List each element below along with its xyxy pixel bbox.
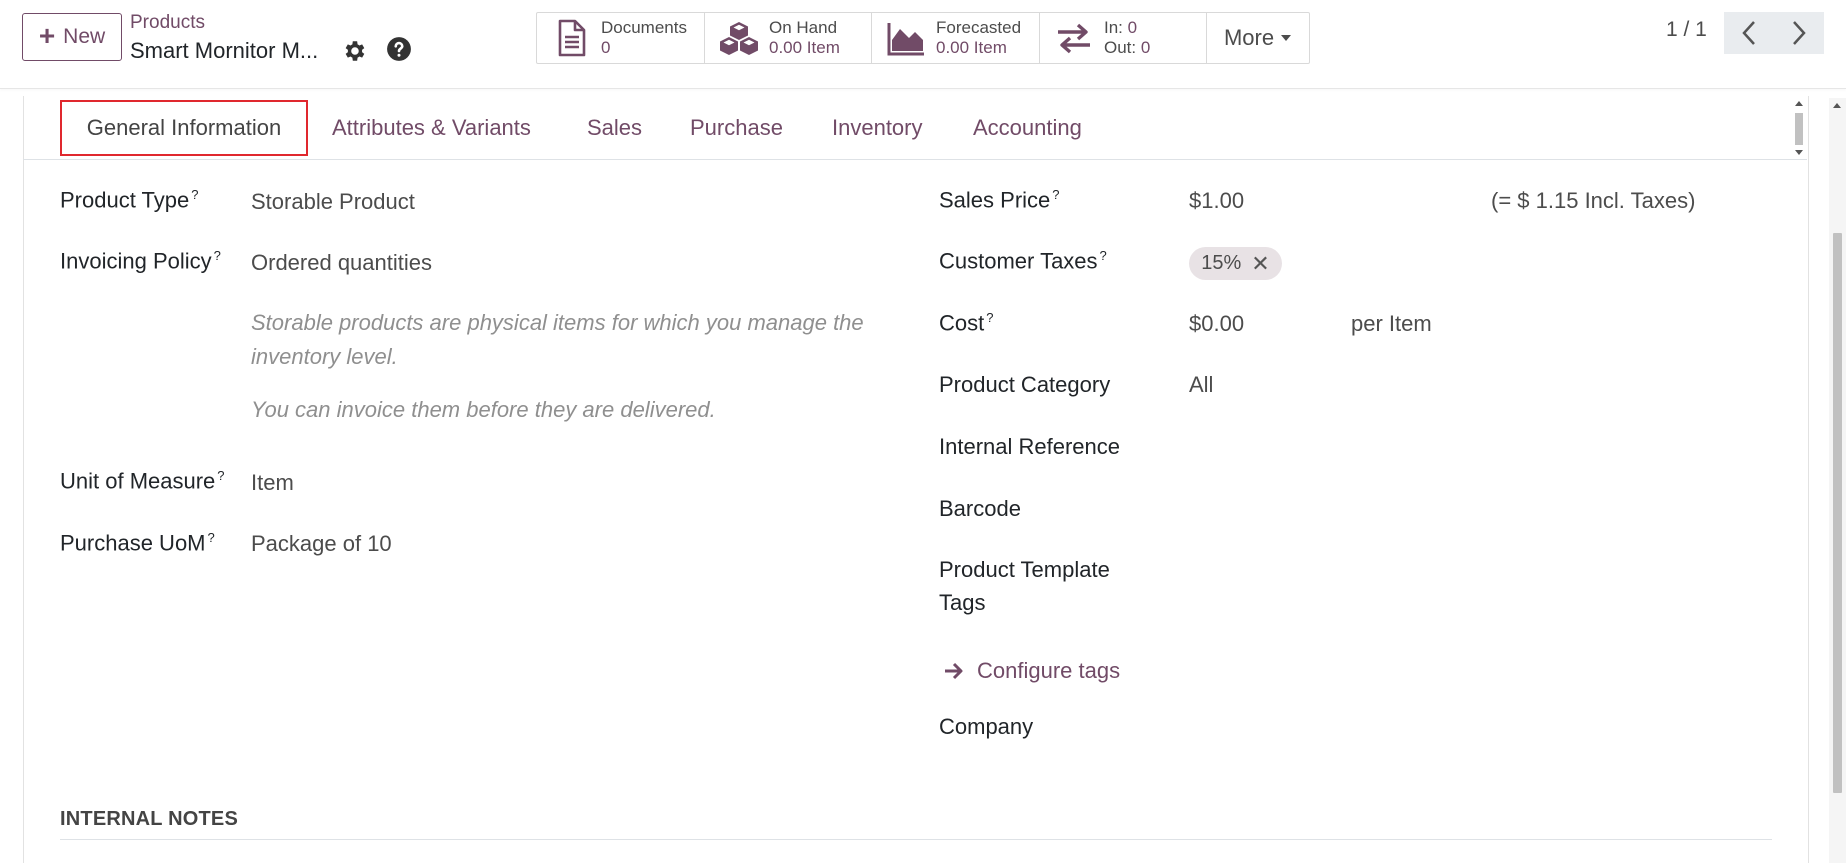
unit-of-measure-label: Unit of Measure? [60, 468, 225, 494]
product-type-label: Product Type? [60, 187, 199, 213]
out-label: Out: [1104, 38, 1137, 57]
breadcrumb-parent[interactable]: Products [130, 12, 205, 34]
tooltip-marker[interactable]: ? [1100, 248, 1107, 263]
product-type-field[interactable]: Storable Product [251, 189, 415, 215]
tooltip-marker[interactable]: ? [217, 468, 224, 483]
on-hand-label: On Hand [769, 18, 838, 37]
tabs-divider [23, 159, 1807, 160]
in-out-smart-button[interactable]: In: 0 Out: 0 [1040, 13, 1207, 63]
more-label: More [1223, 25, 1275, 50]
invoicing-policy-field[interactable]: Ordered quantities [251, 250, 432, 276]
tab-general-information[interactable]: General Information [60, 100, 308, 156]
tab-purchase[interactable]: Purchase [690, 100, 783, 156]
forecasted-smart-button[interactable]: Forecasted 0.00 Item [872, 13, 1040, 63]
customer-taxes-label: Customer Taxes? [939, 248, 1107, 274]
invoicing-policy-label: Invoicing Policy? [60, 248, 221, 274]
page-scrollbar[interactable] [1829, 98, 1846, 863]
tax-tag-label: 15% [1201, 252, 1242, 274]
internal-notes-title: INTERNAL NOTES [60, 808, 238, 830]
gear-icon[interactable] [341, 38, 367, 64]
internal-reference-label: Internal Reference [939, 434, 1120, 459]
smart-buttons: Documents 0 On Hand 0.00 Item Forecasted… [536, 12, 1310, 64]
forecasted-label: Forecasted [936, 18, 1022, 37]
tooltip-marker[interactable]: ? [214, 248, 221, 263]
help-icon[interactable] [386, 36, 412, 62]
tooltip-marker[interactable]: ? [1052, 187, 1059, 202]
unit-of-measure-field[interactable]: Item [251, 470, 294, 496]
new-button-label: New [63, 25, 106, 48]
cost-unit: per Item [1351, 311, 1432, 336]
pager-value[interactable]: 1 / 1 [1666, 18, 1707, 42]
purchase-uom-label: Purchase UoM? [60, 530, 215, 556]
inner-scrollbar[interactable] [1792, 99, 1806, 157]
area-chart-icon [887, 23, 924, 56]
purchase-uom-field[interactable]: Package of 10 [251, 531, 392, 557]
invoicing-help-text: You can invoice them before they are del… [251, 397, 716, 422]
tab-attributes-variants[interactable]: Attributes & Variants [332, 100, 531, 156]
documents-label: Documents [601, 18, 687, 37]
control-panel: + New Products Smart Mornitor M... Docum… [0, 0, 1846, 89]
pager-previous-button[interactable] [1724, 12, 1774, 54]
tab-accounting[interactable]: Accounting [973, 100, 1082, 156]
configure-tags-label: Configure tags [977, 658, 1121, 683]
tab-inventory[interactable]: Inventory [832, 100, 923, 156]
sales-price-incl-taxes: (= $ 1.15 Incl. Taxes) [1491, 188, 1696, 213]
caret-down-icon [1281, 35, 1292, 41]
breadcrumb-current: Smart Mornitor M... [130, 38, 319, 63]
documents-smart-button[interactable]: Documents 0 [537, 13, 705, 63]
out-value: 0 [1140, 38, 1151, 57]
cost-field[interactable]: $0.00 [1189, 311, 1244, 337]
template-tags-label-line2: Tags [939, 590, 986, 615]
in-label: In: [1104, 18, 1123, 37]
documents-count: 0 [601, 38, 611, 57]
more-dropdown[interactable]: More [1207, 13, 1309, 63]
product-category-label: Product Category [939, 372, 1111, 397]
out-count: Out: 0 [1104, 38, 1150, 58]
internal-notes-divider [60, 839, 1772, 840]
pager-next-button[interactable] [1774, 12, 1824, 54]
template-tags-label-line1: Product Template [939, 557, 1110, 582]
tax-tag: 15% ✕ [1189, 247, 1282, 280]
in-value: 0 [1127, 18, 1138, 37]
tooltip-marker[interactable]: ? [191, 187, 198, 202]
sales-price-field[interactable]: $1.00 [1189, 188, 1244, 214]
configure-tags-link[interactable]: Configure tags [943, 658, 1120, 684]
tooltip-marker[interactable]: ? [986, 310, 993, 325]
cubes-icon [720, 22, 758, 55]
arrow-right-icon [945, 662, 963, 680]
exchange-arrows-icon [1058, 23, 1090, 54]
new-button[interactable]: + New [22, 13, 122, 61]
company-label: Company [939, 714, 1034, 739]
remove-tag-icon[interactable]: ✕ [1251, 251, 1269, 277]
on-hand-value: 0.00 Item [769, 38, 840, 57]
product-category-field[interactable]: All [1189, 372, 1213, 398]
plus-icon: + [38, 20, 56, 51]
chevron-left-icon [1742, 21, 1755, 45]
product-type-help-text: Storable products are physical items for… [251, 310, 864, 369]
on-hand-smart-button[interactable]: On Hand 0.00 Item [705, 13, 872, 63]
in-count: In: 0 [1104, 18, 1150, 38]
barcode-label: Barcode [939, 496, 1021, 521]
document-icon [558, 19, 586, 57]
tooltip-marker[interactable]: ? [208, 530, 215, 545]
chevron-right-icon [1793, 21, 1806, 45]
forecasted-value: 0.00 Item [936, 38, 1007, 57]
sales-price-label: Sales Price? [939, 187, 1060, 213]
cost-label: Cost? [939, 310, 994, 336]
tab-sales[interactable]: Sales [587, 100, 642, 156]
